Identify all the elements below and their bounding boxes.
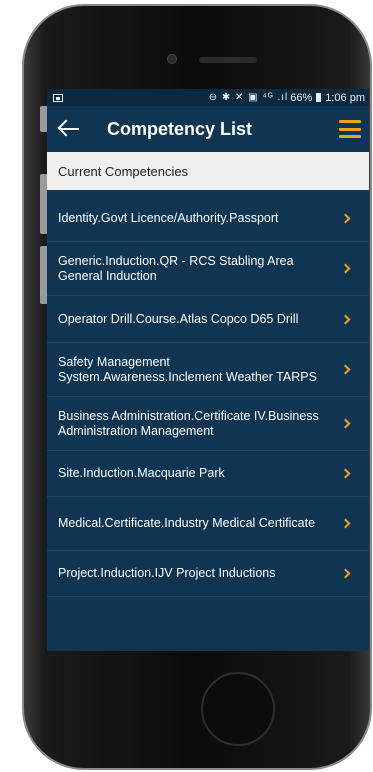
app-bar: Competency List xyxy=(47,106,369,152)
clock: 1:06 pm xyxy=(325,91,365,104)
chevron-right-icon xyxy=(340,418,351,429)
competency-list-item[interactable]: Operator Drill.Course.Atlas Copco D65 Dr… xyxy=(47,296,369,343)
chevron-right-icon xyxy=(340,263,351,274)
competency-list-item[interactable]: Project.Induction.IJV Project Inductions xyxy=(47,551,369,597)
competency-label: Project.Induction.IJV Project Inductions xyxy=(58,566,276,580)
competency-label: Medical.Certificate.Industry Medical Cer… xyxy=(58,516,316,530)
chevron-right-icon xyxy=(340,364,351,375)
status-bar: ⊖ ✱ ✕ ▣ ⁴ᴳ .ıl 66% 1:06 pm xyxy=(47,89,369,106)
competency-label: Operator Drill.Course.Atlas Copco D65 Dr… xyxy=(58,311,299,326)
section-header: Current Competencies xyxy=(47,152,369,190)
competency-label: Generic.Induction.QR - RCS Stabling Area… xyxy=(58,253,294,283)
competency-list-item[interactable]: Safety Management System.Awareness.Incle… xyxy=(47,343,369,397)
battery-percent: 66% xyxy=(290,91,313,104)
competency-list-item[interactable]: Site.Induction.Macquarie Park xyxy=(47,451,369,497)
competency-list: Identity.Govt Licence/Authority.Passport… xyxy=(47,196,369,597)
competency-list-item[interactable]: Identity.Govt Licence/Authority.Passport xyxy=(47,196,369,242)
competency-label: Identity.Govt Licence/Authority.Passport xyxy=(58,211,279,225)
competency-label: Site.Induction.Macquarie Park xyxy=(58,466,225,480)
front-camera xyxy=(167,54,177,64)
battery-icon xyxy=(316,93,322,102)
home-button[interactable] xyxy=(201,672,275,746)
chevron-right-icon xyxy=(340,518,351,529)
chevron-right-icon xyxy=(340,468,351,479)
page-title: Competency List xyxy=(107,118,253,139)
competency-list-item[interactable]: Generic.Induction.QR - RCS Stabling Area… xyxy=(47,242,369,296)
back-arrow-icon[interactable] xyxy=(57,117,81,141)
earpiece-speaker xyxy=(199,57,257,63)
competency-list-item[interactable]: Business Administration.Certificate IV.B… xyxy=(47,397,369,451)
competency-label: Safety Management System.Awareness.Incle… xyxy=(58,354,317,384)
hamburger-menu-icon[interactable] xyxy=(339,120,361,138)
chevron-right-icon xyxy=(340,213,351,224)
competency-list-item[interactable]: Medical.Certificate.Industry Medical Cer… xyxy=(47,497,369,551)
competency-label: Business Administration.Certificate IV.B… xyxy=(58,408,319,438)
chevron-right-icon xyxy=(340,568,351,579)
status-icons: ⊖ ✱ ✕ ▣ ⁴ᴳ .ıl xyxy=(208,92,289,103)
image-notification-icon xyxy=(53,93,63,102)
app-screen: ⊖ ✱ ✕ ▣ ⁴ᴳ .ıl 66% 1:06 pm Competency Li… xyxy=(47,89,369,651)
chevron-right-icon xyxy=(340,314,351,324)
